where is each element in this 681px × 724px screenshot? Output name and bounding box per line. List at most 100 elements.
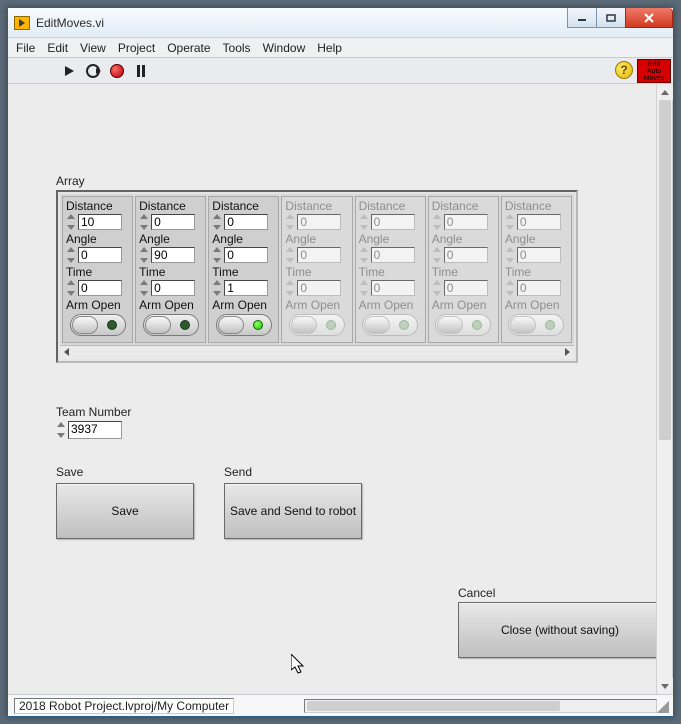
menu-file[interactable]: File <box>16 41 35 55</box>
close-button[interactable] <box>625 8 673 28</box>
field-label-armopen: Arm Open <box>285 298 348 312</box>
menu-help[interactable]: Help <box>317 41 342 55</box>
array-hscroll[interactable] <box>60 345 574 359</box>
menu-window[interactable]: Window <box>263 41 306 55</box>
distance-input: 0 <box>517 214 561 230</box>
time-spinner[interactable] <box>139 280 149 296</box>
angle-input[interactable]: 0 <box>78 247 122 263</box>
menu-tools[interactable]: Tools <box>223 41 251 55</box>
time-input[interactable]: 1 <box>224 280 268 296</box>
field-label-time: Time <box>212 265 275 279</box>
distance-input[interactable]: 0 <box>224 214 268 230</box>
time-spinner[interactable] <box>66 280 76 296</box>
status-hscroll[interactable] <box>304 699 657 713</box>
run-continuously-button[interactable] <box>84 62 102 80</box>
distance-spinner <box>285 214 295 230</box>
angle-spinner[interactable] <box>212 247 222 263</box>
vi-icon-line1: Edit <box>638 61 670 68</box>
distance-spinner <box>505 214 515 230</box>
angle-spinner <box>285 247 295 263</box>
array-item: Distance 0 Angle 90 Time 0 Arm Open <box>135 196 206 343</box>
toolbar: ? Edit Auto Moves <box>8 58 673 84</box>
save-section-label: Save <box>56 465 194 479</box>
array-item: Distance 10 Angle 0 Time 0 Arm Open <box>62 196 133 343</box>
vi-icon[interactable]: Edit Auto Moves <box>637 59 671 83</box>
angle-input: 0 <box>444 247 488 263</box>
menu-edit[interactable]: Edit <box>47 41 68 55</box>
field-label-time: Time <box>432 265 495 279</box>
save-button[interactable]: Save <box>56 483 194 539</box>
distance-spinner[interactable] <box>139 214 149 230</box>
distance-spinner[interactable] <box>212 214 222 230</box>
field-label-distance: Distance <box>212 199 275 213</box>
field-label-armopen: Arm Open <box>432 298 495 312</box>
field-label-angle: Angle <box>505 232 568 246</box>
team-number-spinner[interactable] <box>56 422 66 438</box>
field-label-distance: Distance <box>66 199 129 213</box>
menu-bar: File Edit View Project Operate Tools Win… <box>8 38 673 58</box>
stop-icon <box>110 64 124 78</box>
arm-open-toggle <box>362 314 418 336</box>
array-item: Distance 0 Angle 0 Time 0 Arm Open <box>281 196 352 343</box>
pause-button[interactable] <box>132 62 150 80</box>
maximize-icon <box>606 14 616 22</box>
help-button[interactable]: ? <box>615 61 633 79</box>
time-spinner <box>505 280 515 296</box>
front-panel: Array Distance 10 Angle 0 Time 0 Arm <box>8 84 673 694</box>
array-item: Distance 0 Angle 0 Time 0 Arm Open <box>355 196 426 343</box>
scroll-thumb[interactable] <box>659 100 671 440</box>
cancel-section-label: Cancel <box>458 586 662 600</box>
distance-input[interactable]: 10 <box>78 214 122 230</box>
status-path: 2018 Robot Project.lvproj/My Computer <box>14 698 234 714</box>
scroll-down-button[interactable] <box>657 678 673 694</box>
angle-input[interactable]: 90 <box>151 247 195 263</box>
menu-view[interactable]: View <box>80 41 106 55</box>
field-label-angle: Angle <box>212 232 275 246</box>
angle-spinner <box>359 247 369 263</box>
resize-grip[interactable] <box>657 701 669 713</box>
menu-operate[interactable]: Operate <box>167 41 210 55</box>
run-button[interactable] <box>60 62 78 80</box>
array-item: Distance 0 Angle 0 Time 0 Arm Open <box>501 196 572 343</box>
array-item: Distance 0 Angle 0 Time 1 Arm Open <box>208 196 279 343</box>
time-spinner <box>359 280 369 296</box>
field-label-armopen: Arm Open <box>139 298 202 312</box>
minimize-button[interactable] <box>567 8 597 28</box>
time-input[interactable]: 0 <box>151 280 195 296</box>
scroll-up-button[interactable] <box>657 84 673 100</box>
menu-project[interactable]: Project <box>118 41 155 55</box>
vertical-scrollbar[interactable] <box>656 84 672 694</box>
time-input: 0 <box>371 280 415 296</box>
time-input[interactable]: 0 <box>78 280 122 296</box>
status-bar: 2018 Robot Project.lvproj/My Computer <box>8 694 673 716</box>
chevron-left-icon <box>64 348 69 356</box>
distance-spinner[interactable] <box>66 214 76 230</box>
field-label-angle: Angle <box>359 232 422 246</box>
field-label-angle: Angle <box>139 232 202 246</box>
arm-open-toggle[interactable] <box>70 314 126 336</box>
arm-open-toggle <box>289 314 345 336</box>
distance-input: 0 <box>297 214 341 230</box>
cycle-icon <box>86 64 100 78</box>
angle-input[interactable]: 0 <box>224 247 268 263</box>
field-label-angle: Angle <box>432 232 495 246</box>
team-number-input[interactable]: 3937 <box>68 421 122 439</box>
pause-icon <box>137 65 145 77</box>
angle-spinner <box>505 247 515 263</box>
run-arrow-icon <box>65 66 74 76</box>
send-button[interactable]: Save and Send to robot <box>224 483 362 539</box>
distance-input[interactable]: 0 <box>151 214 195 230</box>
arm-open-toggle[interactable] <box>143 314 199 336</box>
field-label-distance: Distance <box>505 199 568 213</box>
abort-button[interactable] <box>108 62 126 80</box>
maximize-button[interactable] <box>596 8 626 28</box>
angle-spinner[interactable] <box>66 247 76 263</box>
time-spinner[interactable] <box>212 280 222 296</box>
arm-open-toggle <box>435 314 491 336</box>
window-title: EditMoves.vi <box>36 16 104 30</box>
cancel-button[interactable]: Close (without saving) <box>458 602 662 658</box>
arm-open-toggle[interactable] <box>216 314 272 336</box>
angle-spinner[interactable] <box>139 247 149 263</box>
team-number-label: Team Number <box>56 405 656 419</box>
field-label-angle: Angle <box>285 232 348 246</box>
